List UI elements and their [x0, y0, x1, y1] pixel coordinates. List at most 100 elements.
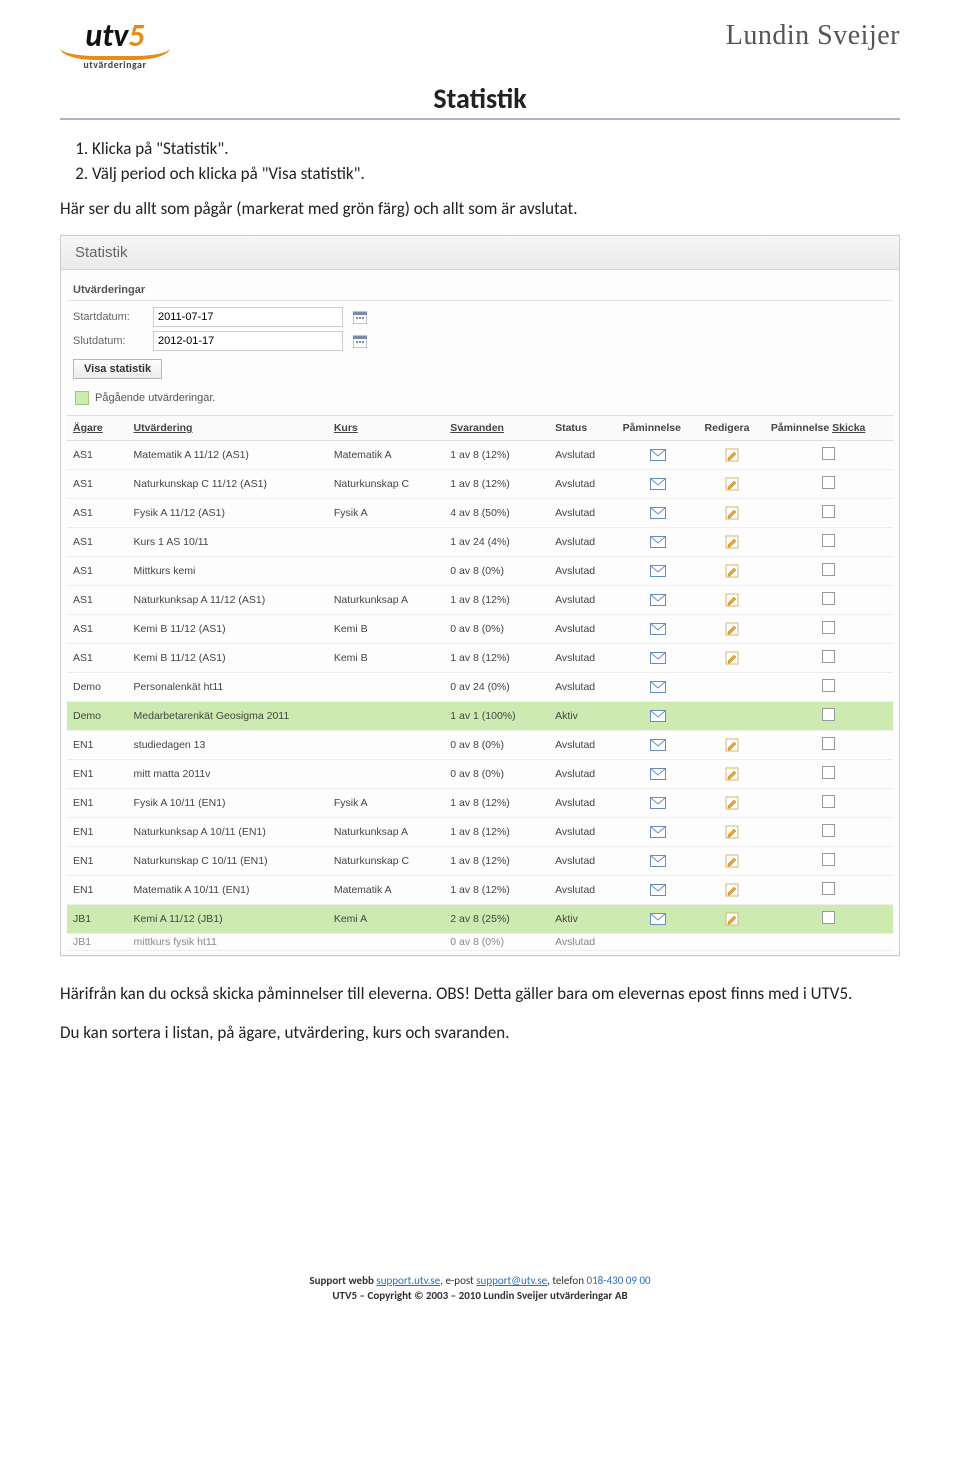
cell-svaranden: 1 av 8 (12%)	[444, 586, 549, 615]
edit-icon[interactable]	[705, 738, 759, 752]
th-kurs[interactable]: Kurs	[328, 416, 444, 441]
footer-link-support-email[interactable]: support@utv.se	[476, 1274, 547, 1287]
checkbox[interactable]	[822, 650, 835, 663]
checkbox[interactable]	[822, 708, 835, 721]
checkbox[interactable]	[822, 824, 835, 837]
th-svaranden[interactable]: Svaranden	[444, 416, 549, 441]
table-row: EN1mitt matta 2011v0 av 8 (0%)Avslutad	[67, 760, 893, 789]
cell-status: Aktiv	[549, 702, 617, 731]
th-utvardering[interactable]: Utvärdering	[128, 416, 328, 441]
footer-link-support-web[interactable]: support.utv.se	[376, 1274, 440, 1287]
checkbox[interactable]	[822, 853, 835, 866]
edit-icon[interactable]	[705, 535, 759, 549]
end-date-input[interactable]	[153, 331, 343, 351]
checkbox[interactable]	[822, 679, 835, 692]
cell-status: Avslutad	[549, 528, 617, 557]
cell-status: Avslutad	[549, 847, 617, 876]
cell-utvardering: Medarbetarenkät Geosigma 2011	[128, 702, 328, 731]
edit-icon[interactable]	[705, 796, 759, 810]
edit-icon[interactable]	[705, 506, 759, 520]
cell-utvardering: Naturkunksap A 11/12 (AS1)	[128, 586, 328, 615]
mail-icon[interactable]	[623, 594, 693, 606]
visa-statistik-button[interactable]: Visa statistik	[73, 359, 162, 379]
cell-svaranden: 1 av 8 (12%)	[444, 470, 549, 499]
statistik-panel: Statistik Utvärderingar Startdatum: Slut…	[60, 235, 900, 956]
cell-paminnelse	[617, 441, 699, 470]
edit-icon[interactable]	[705, 622, 759, 636]
footer-line2: UTV5 – Copyright © 2003 – 2010 Lundin Sv…	[332, 1289, 627, 1302]
mail-icon[interactable]	[623, 797, 693, 809]
mail-icon[interactable]	[623, 768, 693, 780]
mail-icon[interactable]	[623, 681, 693, 693]
checkbox[interactable]	[822, 447, 835, 460]
mail-icon[interactable]	[623, 536, 693, 548]
edit-icon[interactable]	[705, 651, 759, 665]
mail-icon[interactable]	[623, 855, 693, 867]
cell-paminnelse	[617, 760, 699, 789]
cell-kurs: Naturkunskap C	[328, 470, 444, 499]
cell-status: Avslutad	[549, 557, 617, 586]
cell-status: Avslutad	[549, 441, 617, 470]
cell-skicka	[765, 731, 893, 760]
edit-icon[interactable]	[705, 825, 759, 839]
checkbox[interactable]	[822, 911, 835, 924]
edit-icon[interactable]	[705, 912, 759, 926]
checkbox[interactable]	[822, 621, 835, 634]
cell-status: Avslutad	[549, 934, 617, 951]
cell-status: Avslutad	[549, 499, 617, 528]
cell-agare: EN1	[67, 760, 128, 789]
start-date-input[interactable]	[153, 307, 343, 327]
cell-kurs: Kemi A	[328, 905, 444, 934]
edit-icon[interactable]	[705, 883, 759, 897]
cell-redigera	[699, 789, 765, 818]
edit-icon[interactable]	[705, 564, 759, 578]
cell-utvardering: Personalenkät ht11	[128, 673, 328, 702]
edit-icon[interactable]	[705, 767, 759, 781]
checkbox[interactable]	[822, 882, 835, 895]
cell-skicka	[765, 615, 893, 644]
cell-redigera	[699, 557, 765, 586]
mail-icon[interactable]	[623, 913, 693, 925]
mail-icon[interactable]	[623, 565, 693, 577]
checkbox[interactable]	[822, 505, 835, 518]
table-row: EN1studiedagen 130 av 8 (0%)Avslutad	[67, 731, 893, 760]
mail-icon[interactable]	[623, 826, 693, 838]
start-date-label: Startdatum:	[73, 311, 153, 323]
checkbox[interactable]	[822, 737, 835, 750]
cell-redigera	[699, 644, 765, 673]
edit-icon[interactable]	[705, 448, 759, 462]
mail-icon[interactable]	[623, 739, 693, 751]
cell-redigera	[699, 441, 765, 470]
checkbox[interactable]	[822, 563, 835, 576]
mail-icon[interactable]	[623, 710, 693, 722]
checkbox[interactable]	[822, 795, 835, 808]
cell-svaranden: 0 av 8 (0%)	[444, 731, 549, 760]
checkbox[interactable]	[822, 766, 835, 779]
mail-icon[interactable]	[623, 507, 693, 519]
cell-redigera	[699, 847, 765, 876]
footer-line1c: , telefon	[547, 1274, 586, 1287]
cell-agare: JB1	[67, 905, 128, 934]
calendar-icon[interactable]	[353, 310, 367, 324]
edit-icon[interactable]	[705, 593, 759, 607]
checkbox[interactable]	[822, 592, 835, 605]
checkbox[interactable]	[822, 476, 835, 489]
cell-redigera	[699, 818, 765, 847]
edit-icon[interactable]	[705, 477, 759, 491]
mail-icon[interactable]	[623, 884, 693, 896]
mail-icon[interactable]	[623, 449, 693, 461]
cell-status: Avslutad	[549, 760, 617, 789]
cell-redigera	[699, 876, 765, 905]
th-skicka[interactable]: Påminnelse Skicka	[765, 416, 893, 441]
cell-skicka	[765, 760, 893, 789]
calendar-icon[interactable]	[353, 334, 367, 348]
cell-svaranden: 1 av 8 (12%)	[444, 818, 549, 847]
cell-agare: AS1	[67, 644, 128, 673]
mail-icon[interactable]	[623, 623, 693, 635]
mail-icon[interactable]	[623, 478, 693, 490]
checkbox[interactable]	[822, 534, 835, 547]
cell-kurs: Matematik A	[328, 876, 444, 905]
edit-icon[interactable]	[705, 854, 759, 868]
th-agare[interactable]: Ägare	[67, 416, 128, 441]
mail-icon[interactable]	[623, 652, 693, 664]
